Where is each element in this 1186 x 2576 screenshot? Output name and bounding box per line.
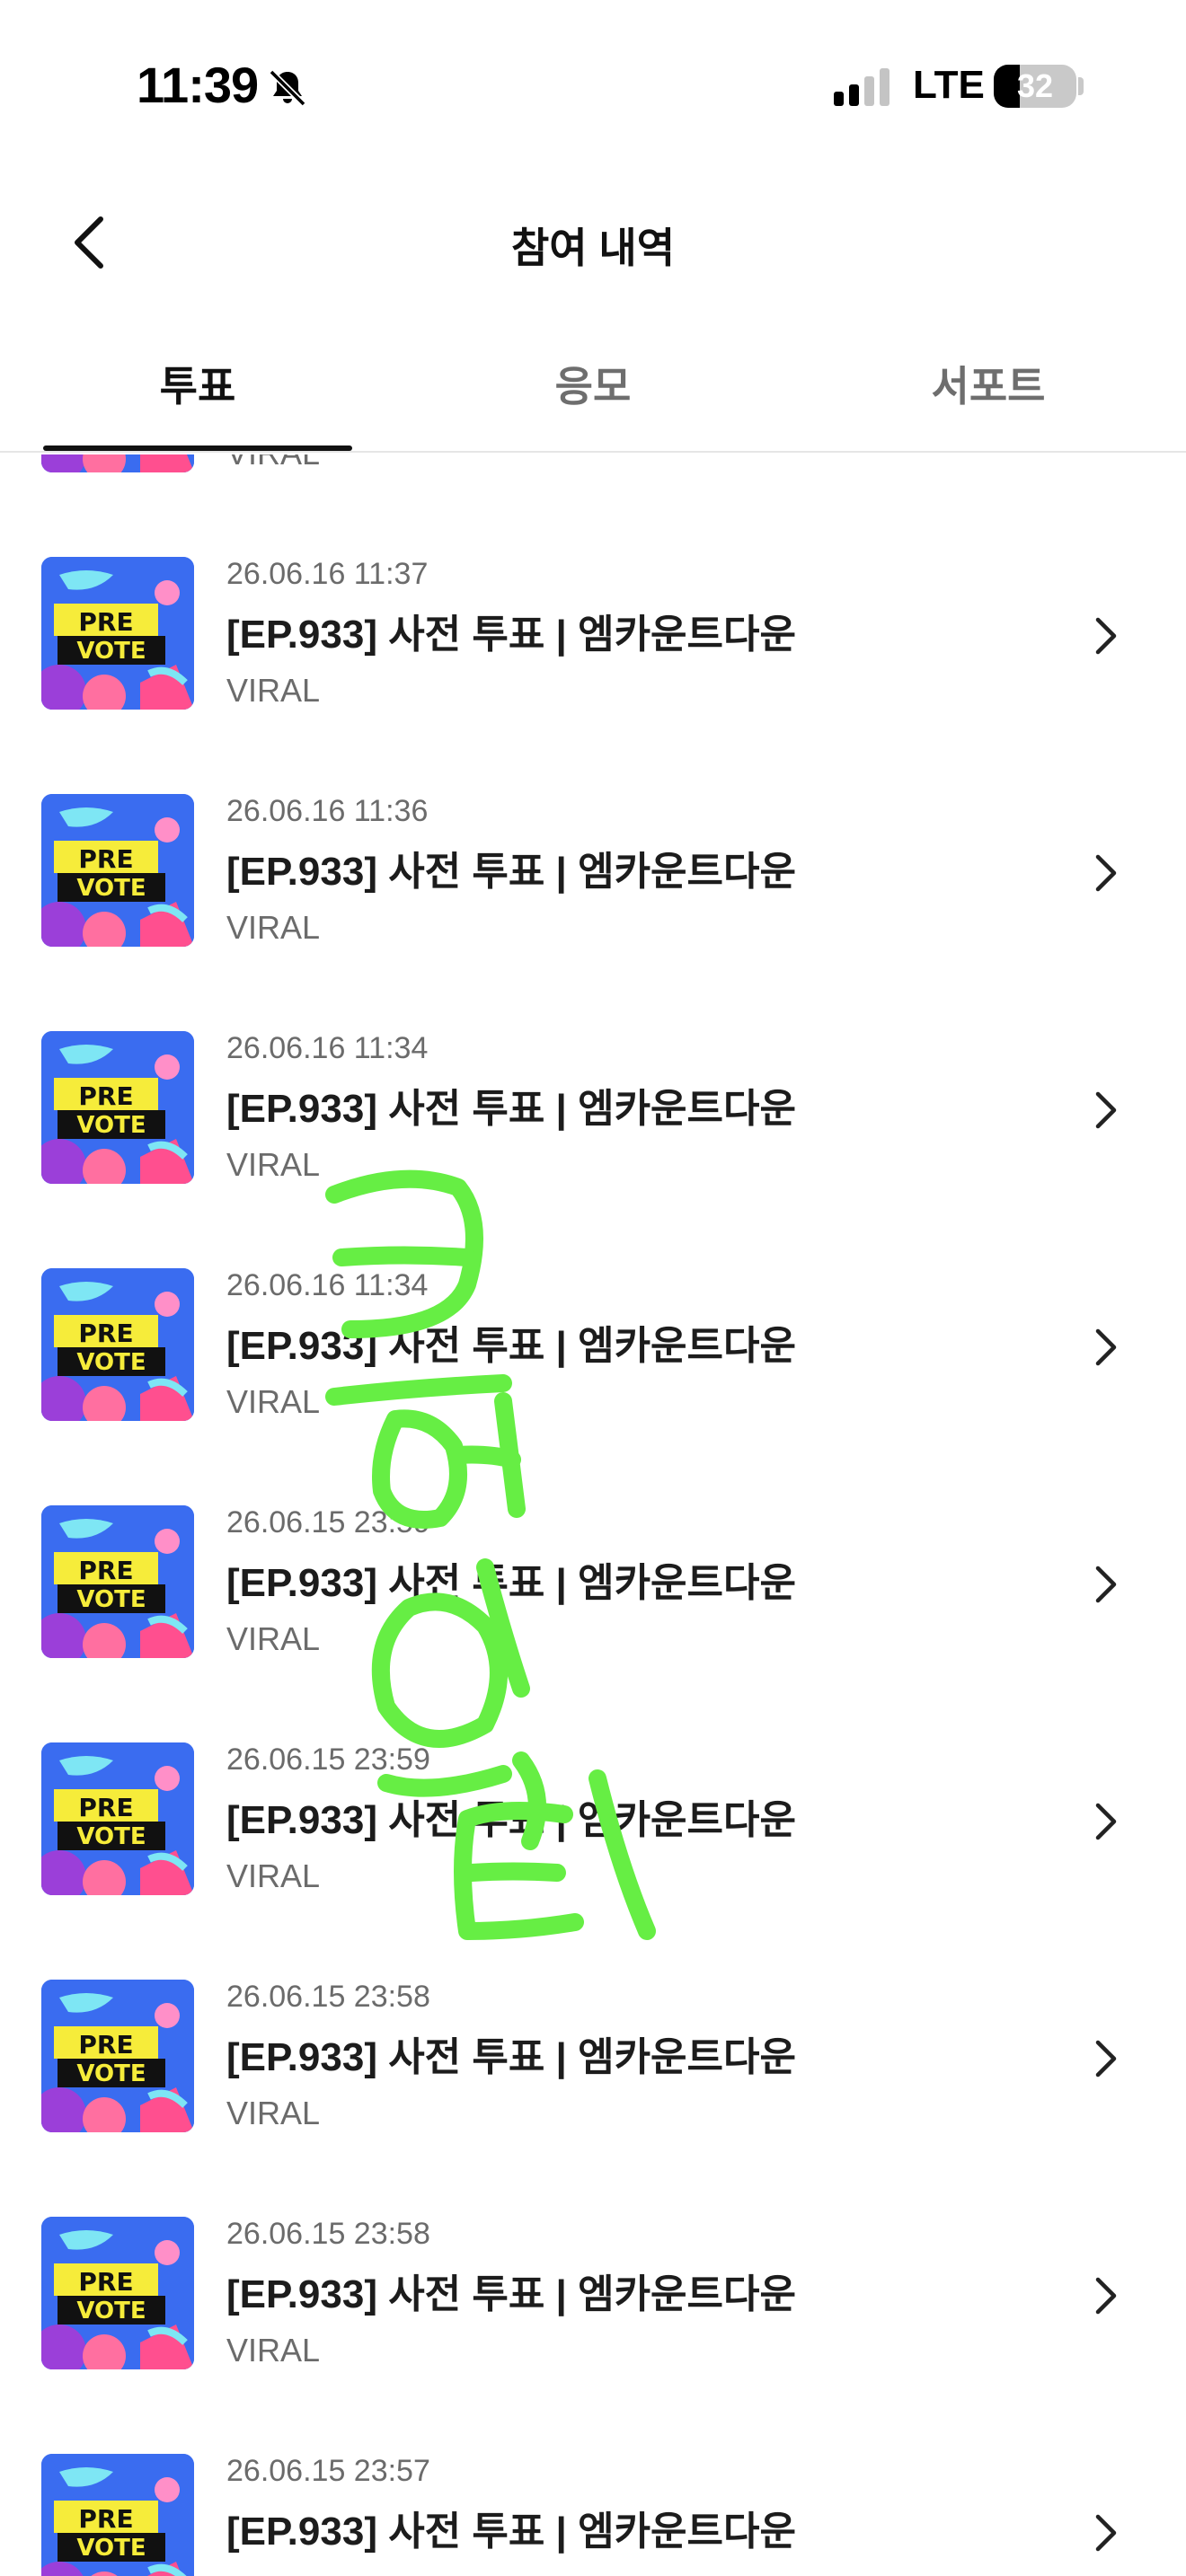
thumbnail-text-vote: VOTE <box>76 1349 146 1376</box>
chevron-right-icon <box>1095 617 1117 655</box>
item-title: [EP.933] 사전 투표 | 엠카운트다운 <box>226 1798 796 1842</box>
chevron-right-icon <box>1095 1091 1117 1129</box>
pre-vote-thumbnail: PRE VOTE <box>41 1268 194 1421</box>
thumbnail-text-pre: PRE <box>78 2030 134 2060</box>
bell-slash-icon <box>269 69 306 107</box>
list-item[interactable]: PRE VOTE 26.06.16 11:34 [EP.933] 사전 투표 | 엠카… <box>0 1031 1186 1268</box>
pre-vote-thumbnail: PRE VOTE <box>41 1031 194 1184</box>
item-source: VIRAL <box>226 2332 321 2369</box>
item-source: VIRAL <box>226 454 320 472</box>
pre-vote-thumbnail: PRE VOTE <box>41 1980 194 2132</box>
list-item[interactable]: PRE VOTE 26.06.15 23:59 [EP.933] 사전 투표 | 엠카… <box>0 1742 1186 1980</box>
item-date: 26.06.15 23:59 <box>226 1505 430 1539</box>
status-bar: 11:39 LTE 32 <box>0 0 1186 171</box>
chevron-right-icon <box>1095 1328 1117 1366</box>
item-date: 26.06.15 23:59 <box>226 1742 430 1777</box>
signal-icon <box>834 68 890 106</box>
item-source: VIRAL <box>226 2569 320 2576</box>
item-date: 26.06.16 11:37 <box>226 557 429 591</box>
tab-entry[interactable]: 응모 <box>395 341 791 453</box>
list-item[interactable]: PRE VOTE 26.06.16 11:37 [EP.933] 사전 투표 | 엠카… <box>0 557 1186 794</box>
tab-bar: 투표 응모 서포트 <box>0 341 1186 453</box>
item-source: VIRAL <box>226 1383 321 1420</box>
thumbnail-text-vote: VOTE <box>76 1112 146 1139</box>
list-item[interactable]: PRE VOTE 26.06.15 23:58 [EP.933] 사전 투표 | 엠카… <box>0 1980 1186 2217</box>
pre-vote-thumbnail: PRE VOTE <box>41 557 194 710</box>
pre-vote-thumbnail: PRE VOTE <box>41 794 194 947</box>
thumbnail-text-pre: PRE <box>78 1793 134 1822</box>
thumbnail-art <box>41 454 194 472</box>
item-source: VIRAL <box>226 672 321 709</box>
item-source: VIRAL <box>226 909 321 946</box>
item-date: 26.06.16 11:34 <box>226 1031 429 1065</box>
chevron-right-icon <box>1095 1803 1117 1840</box>
list-item-partial[interactable]: VIRAL <box>0 454 1186 557</box>
item-source: VIRAL <box>226 1146 321 1183</box>
thumbnail-text-pre: PRE <box>78 1319 134 1348</box>
thumbnail-text-pre: PRE <box>78 2504 134 2534</box>
item-date: 26.06.15 23:58 <box>226 2217 430 2251</box>
thumbnail-text-pre: PRE <box>78 844 134 874</box>
chevron-right-icon <box>1095 2514 1117 2552</box>
thumbnail-text-vote: VOTE <box>76 875 146 902</box>
page-title: 참여 내역 <box>510 225 676 271</box>
pre-vote-thumbnail: PRE VOTE <box>41 2217 194 2369</box>
list-item[interactable]: PRE VOTE 26.06.16 11:36 [EP.933] 사전 투표 | 엠카… <box>0 794 1186 1031</box>
status-time: 11:39 <box>137 57 259 113</box>
item-source: VIRAL <box>226 1620 321 1657</box>
thumbnail-text-pre: PRE <box>78 607 134 637</box>
item-title: [EP.933] 사전 투표 | 엠카운트다운 <box>226 2035 796 2079</box>
list-item[interactable]: PRE VOTE 26.06.15 23:58 [EP.933] 사전 투표 | 엠카… <box>0 2217 1186 2454</box>
network-label: LTE <box>913 63 985 107</box>
battery-level: 32 <box>1016 67 1054 104</box>
item-source: VIRAL <box>226 2095 321 2131</box>
thumbnail-text-vote: VOTE <box>76 1823 146 1850</box>
list-item[interactable]: PRE VOTE 26.06.15 23:59 [EP.933] 사전 투표 | 엠카… <box>0 1505 1186 1742</box>
item-title: [EP.933] 사전 투표 | 엠카운트다운 <box>226 1087 796 1131</box>
battery-icon: 32 <box>994 65 1076 108</box>
pre-vote-thumbnail: PRE VOTE <box>41 2454 194 2576</box>
list-item[interactable]: PRE VOTE 26.06.16 11:34 [EP.933] 사전 투표 | 엠카… <box>0 1268 1186 1505</box>
item-title: [EP.933] 사전 투표 | 엠카운트다운 <box>226 1324 796 1368</box>
thumbnail-text-vote: VOTE <box>76 1586 146 1613</box>
chevron-right-icon <box>1095 1566 1117 1603</box>
tab-vote[interactable]: 투표 <box>0 341 395 453</box>
battery-cap <box>1078 77 1084 95</box>
thumbnail-text-vote: VOTE <box>76 2060 146 2087</box>
item-date: 26.06.15 23:57 <box>226 2454 430 2488</box>
thumbnail-text-pre: PRE <box>78 1556 134 1585</box>
item-title: [EP.933] 사전 투표 | 엠카운트다운 <box>226 1561 796 1605</box>
list-item[interactable]: PRE VOTE 26.06.15 23:57 [EP.933] 사전 투표 | 엠카… <box>0 2454 1186 2576</box>
pre-vote-thumbnail: PRE VOTE <box>41 1742 194 1895</box>
item-title: [EP.933] 사전 투표 | 엠카운트다운 <box>226 2510 796 2554</box>
thumbnail-text-vote: VOTE <box>76 2298 146 2325</box>
screen: 11:39 LTE 32 참여 내역 투표 응모 서포트 PRE VOTE 26… <box>0 0 1186 2576</box>
item-date: 26.06.16 11:36 <box>226 794 429 828</box>
chevron-right-icon <box>1095 854 1117 892</box>
chevron-right-icon <box>1095 2040 1117 2078</box>
active-tab-indicator <box>43 446 352 451</box>
item-title: [EP.933] 사전 투표 | 엠카운트다운 <box>226 613 796 657</box>
thumbnail-text-pre: PRE <box>78 1081 134 1111</box>
item-title: [EP.933] 사전 투표 | 엠카운트다운 <box>226 850 796 894</box>
tab-support[interactable]: 서포트 <box>791 341 1186 453</box>
item-date: 26.06.15 23:58 <box>226 1980 430 2014</box>
item-date: 26.06.16 11:34 <box>226 1268 429 1302</box>
item-source: VIRAL <box>226 1857 321 1894</box>
pre-vote-thumbnail <box>41 454 194 472</box>
navigation-header: 참여 내역 <box>0 189 1186 296</box>
thumbnail-text-vote: VOTE <box>76 2535 146 2562</box>
item-title: [EP.933] 사전 투표 | 엠카운트다운 <box>226 2272 796 2316</box>
thumbnail-text-vote: VOTE <box>76 638 146 665</box>
participation-list[interactable]: VIRALPREVOTE26.06.16 11:37[EP.933] 사전 투표… <box>0 454 1186 2576</box>
thumbnail-text-pre: PRE <box>78 2267 134 2297</box>
chevron-right-icon <box>1095 2277 1117 2315</box>
pre-vote-thumbnail: PRE VOTE <box>41 1505 194 1658</box>
